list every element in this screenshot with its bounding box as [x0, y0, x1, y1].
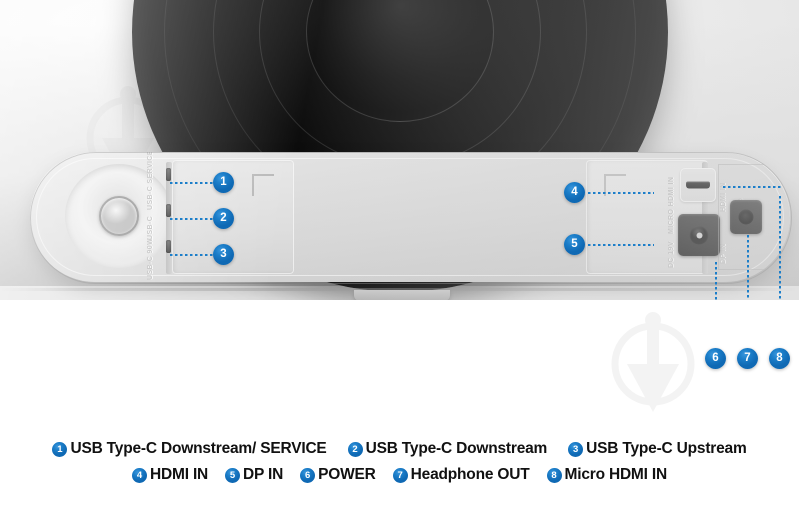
- bay-notch-mark: [252, 174, 274, 196]
- panel-label-dc-in: DC 19V: [668, 241, 675, 268]
- leader-line-6: [715, 262, 717, 300]
- legend-label-5: DP IN: [243, 466, 284, 483]
- panel-label-usb-c-service: USB-C SERVICE: [147, 152, 154, 210]
- leader-line-1: [170, 182, 218, 184]
- leader-line-8-horizontal: [723, 186, 781, 188]
- legend-num-3: 3: [568, 441, 584, 457]
- legend-label-6: POWER: [318, 466, 376, 483]
- callout-marker-5[interactable]: 5: [564, 234, 585, 255]
- product-photo: USB-C SERVICE USB-C USB-C 90W HDMI IN DP…: [0, 0, 799, 300]
- micro-hdmi-plate: [680, 168, 716, 202]
- legend-num-2: 2: [347, 441, 363, 457]
- legend-num-7: 7: [392, 467, 408, 483]
- legend-label-3: USB Type-C Upstream: [586, 440, 747, 457]
- legend-label-4: HDMI IN: [150, 466, 209, 483]
- screenshot-root: USB-C SERVICE USB-C USB-C 90W HDMI IN DP…: [0, 0, 799, 505]
- legend-num-1: 1: [52, 441, 68, 457]
- legend-num-6: 6: [300, 467, 316, 483]
- legend-row-1: 1 USB Type-C Downstream/ SERVICE 2 USB T…: [52, 440, 747, 458]
- joystick-button[interactable]: [99, 196, 139, 236]
- io-panel: USB-C SERVICE USB-C USB-C 90W HDMI IN DP…: [30, 152, 790, 282]
- leader-line-5: [588, 244, 654, 246]
- usb-c-slot-3: [166, 240, 171, 253]
- legend-label-1: USB Type-C Downstream/ SERVICE: [70, 440, 327, 457]
- legend-item-7[interactable]: 7 Headphone OUT: [392, 466, 530, 484]
- leader-line-4: [588, 192, 654, 194]
- legend-num-4: 4: [132, 467, 148, 483]
- leader-line-7: [747, 235, 749, 300]
- legend-item-3[interactable]: 3 USB Type-C Upstream: [568, 440, 747, 458]
- usb-c-slot-2: [166, 204, 171, 217]
- micro-hdmi-port: [686, 181, 710, 189]
- joystick-dish: [65, 164, 173, 268]
- legend-row-2: 4 HDMI IN 5 DP IN 6 POWER 7 Headphone OU…: [132, 466, 667, 484]
- legend-num-8: 8: [546, 467, 562, 483]
- callout-marker-7[interactable]: 7: [737, 348, 758, 369]
- panel-label-usb-c-down: USB-C: [147, 215, 154, 240]
- callout-marker-8[interactable]: 8: [769, 348, 790, 369]
- leader-line-2: [170, 218, 218, 220]
- panel-label-usb-c-up: USB-C 90W: [147, 237, 154, 280]
- callout-marker-3[interactable]: 3: [213, 244, 234, 265]
- legend-item-2[interactable]: 2 USB Type-C Downstream: [347, 440, 548, 458]
- usb-c-slot-1: [166, 168, 171, 181]
- callout-marker-6[interactable]: 6: [705, 348, 726, 369]
- leader-line-3: [170, 254, 218, 256]
- legend-num-5: 5: [225, 467, 241, 483]
- leader-line-8: [779, 196, 781, 300]
- legend-item-1[interactable]: 1 USB Type-C Downstream/ SERVICE: [52, 440, 327, 458]
- legend-item-6[interactable]: 6 POWER: [300, 466, 376, 484]
- legend-item-8[interactable]: 8 Micro HDMI IN: [546, 466, 668, 484]
- callout-marker-4[interactable]: 4: [564, 182, 585, 203]
- legend-item-5[interactable]: 5 DP IN: [225, 466, 283, 484]
- dc-power-pin: [696, 232, 702, 238]
- dc-power-port: [689, 225, 709, 245]
- legend-label-2: USB Type-C Downstream: [365, 440, 548, 457]
- legend-label-8: Micro HDMI IN: [564, 466, 668, 483]
- port-legend: 1 USB Type-C Downstream/ SERVICE 2 USB T…: [0, 440, 799, 484]
- callout-marker-1[interactable]: 1: [213, 172, 234, 193]
- legend-label-7: Headphone OUT: [410, 466, 530, 483]
- stand-base-plate: [354, 290, 450, 300]
- panel-label-micro-hdmi-in: MICRO HDMI IN: [668, 176, 675, 234]
- dc-power-plate: [678, 214, 720, 256]
- circle-arrow-watermark-2: [607, 308, 699, 416]
- callout-marker-2[interactable]: 2: [213, 208, 234, 229]
- legend-item-4[interactable]: 4 HDMI IN: [132, 466, 208, 484]
